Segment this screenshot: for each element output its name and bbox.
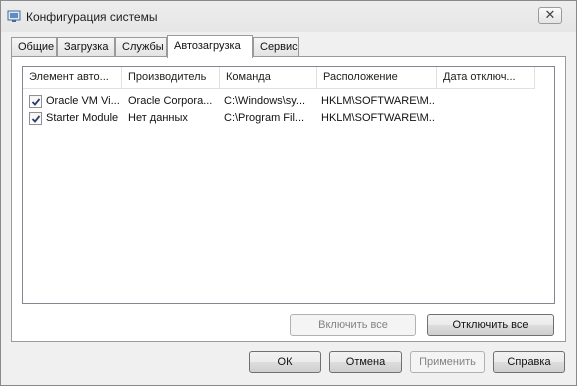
item-command: C:\Windows\sy... xyxy=(224,95,306,107)
item-date-disabled xyxy=(443,110,533,127)
item-manufacturer: Нет данных xyxy=(128,112,188,124)
tab-startup[interactable]: Автозагрузка xyxy=(167,35,253,58)
item-date-disabled xyxy=(443,93,533,110)
list-row[interactable]: Oracle VM Vi... Oracle Corpora... C:\Win… xyxy=(23,93,554,110)
disable-all-button[interactable]: Отключить все xyxy=(427,314,554,336)
title-bar[interactable]: Конфигурация системы ✕ xyxy=(1,1,576,32)
close-icon: ✕ xyxy=(544,7,556,22)
column-header-location[interactable]: Расположение xyxy=(317,67,437,89)
app-icon xyxy=(7,10,21,22)
list-row[interactable]: Starter Module Нет данных C:\Program Fil… xyxy=(23,110,554,127)
tab-services[interactable]: Службы xyxy=(115,37,167,57)
column-header-manufacturer[interactable]: Производитель xyxy=(122,67,220,89)
checkmark-icon xyxy=(31,98,41,106)
system-config-window: Конфигурация системы ✕ Общие Загрузка Сл… xyxy=(0,0,577,386)
enable-all-button[interactable]: Включить все xyxy=(290,314,416,336)
startup-tab-panel: Элемент авто... Производитель Команда Ра… xyxy=(11,56,566,342)
help-button[interactable]: Справка xyxy=(493,351,565,373)
tab-boot[interactable]: Загрузка xyxy=(57,37,115,57)
tab-tools[interactable]: Сервис xyxy=(253,37,299,57)
tab-general[interactable]: Общие xyxy=(11,37,57,57)
item-location: HKLM\SOFTWARE\M... xyxy=(321,112,435,124)
ok-button[interactable]: ОК xyxy=(249,351,321,373)
apply-button[interactable]: Применить xyxy=(410,351,485,373)
item-name: Oracle VM Vi... xyxy=(46,95,120,107)
list-header: Элемент авто... Производитель Команда Ра… xyxy=(23,67,554,89)
item-manufacturer: Oracle Corpora... xyxy=(128,95,213,107)
close-button[interactable]: ✕ xyxy=(538,7,562,24)
column-header-date-disabled[interactable]: Дата отключ... xyxy=(437,67,535,89)
checkmark-icon xyxy=(31,115,41,123)
startup-item-checkbox[interactable] xyxy=(29,95,42,108)
item-command: C:\Program Fil... xyxy=(224,112,305,124)
item-location: HKLM\SOFTWARE\M... xyxy=(321,95,435,107)
column-header-command[interactable]: Команда xyxy=(220,67,317,89)
startup-item-checkbox[interactable] xyxy=(29,112,42,125)
column-header-item[interactable]: Элемент авто... xyxy=(23,67,122,89)
item-name: Starter Module xyxy=(46,112,119,124)
window-title: Конфигурация системы xyxy=(26,10,158,24)
cancel-button[interactable]: Отмена xyxy=(329,351,402,373)
startup-list[interactable]: Элемент авто... Производитель Команда Ра… xyxy=(22,66,555,304)
